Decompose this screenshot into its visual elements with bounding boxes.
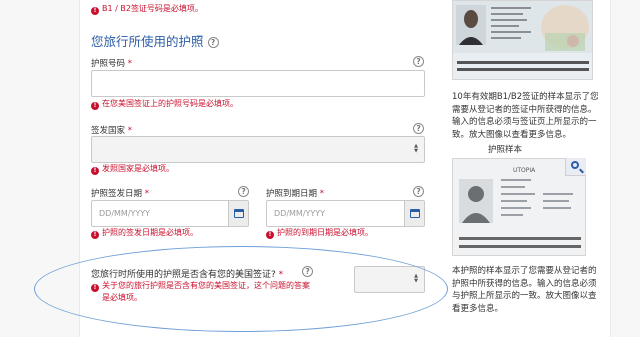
passport-country-text: UTOPIA xyxy=(513,167,536,174)
visa-sample-caption: 10年有效期B1/B2签证的样本显示了您 需要从登记者的签证中所获得的信息。 输… xyxy=(452,92,599,140)
error-icon: ! xyxy=(91,167,99,175)
issue-date-help-icon[interactable]: ? xyxy=(238,186,249,197)
chevron-updown-icon: ▲ ▼ xyxy=(414,143,418,154)
error-icon: ! xyxy=(91,231,99,239)
issuing-country-select[interactable]: ▲ ▼ xyxy=(91,136,425,163)
issuing-country-error: ! 发照国家是必填项。 xyxy=(91,163,174,175)
magnifier-icon xyxy=(571,161,579,169)
zoom-button[interactable] xyxy=(565,158,586,176)
passport-number-help-icon[interactable]: ? xyxy=(413,56,424,67)
highlight-annotation xyxy=(34,246,448,332)
passport-number-error: ! 在您美国签证上的护照号码是必填项。 xyxy=(91,98,238,110)
section-title: 您旅行所使用的护照? xyxy=(91,31,219,50)
passport-sample-caption: 本护照的样本显示了您需要从登记者的 护照中所获得的信息。输入的信息必须 与护照上… xyxy=(452,266,597,314)
issuing-country-help-icon[interactable]: ? xyxy=(413,123,424,134)
expiry-date-calendar-button[interactable] xyxy=(404,201,424,226)
visa-number-error: ! B1 / B2签证号码是必填项。 xyxy=(91,3,203,15)
help-icon[interactable]: ? xyxy=(207,37,219,48)
visa-sample-image[interactable] xyxy=(452,0,593,80)
issue-date-input[interactable]: DD/MM/YYYY xyxy=(91,200,249,227)
issuing-country-label: 签发国家 * xyxy=(91,126,132,136)
expiry-date-error: ! 护照的到期日期是必填项。 xyxy=(266,227,373,239)
passport-number-label: 护照号码 * xyxy=(91,59,132,69)
error-icon: ! xyxy=(91,102,99,110)
issue-date-error: ! 护照的签发日期是必填项。 xyxy=(91,227,198,239)
passport-number-input[interactable] xyxy=(91,70,425,97)
expiry-date-help-icon[interactable]: ? xyxy=(413,186,424,197)
issue-date-label: 护照签发日期 * xyxy=(91,189,149,199)
error-icon: ! xyxy=(91,7,99,15)
passport-sample-title: 护照样本 xyxy=(488,145,523,155)
calendar-icon xyxy=(234,209,244,218)
right-margin xyxy=(610,0,640,337)
error-icon: ! xyxy=(266,231,274,239)
expiry-date-label: 护照到期日期 * xyxy=(266,189,324,199)
expiry-date-input[interactable]: DD/MM/YYYY xyxy=(266,200,425,227)
visa-sample-illustration xyxy=(453,1,592,79)
calendar-icon xyxy=(410,209,420,218)
issue-date-calendar-button[interactable] xyxy=(228,201,248,226)
